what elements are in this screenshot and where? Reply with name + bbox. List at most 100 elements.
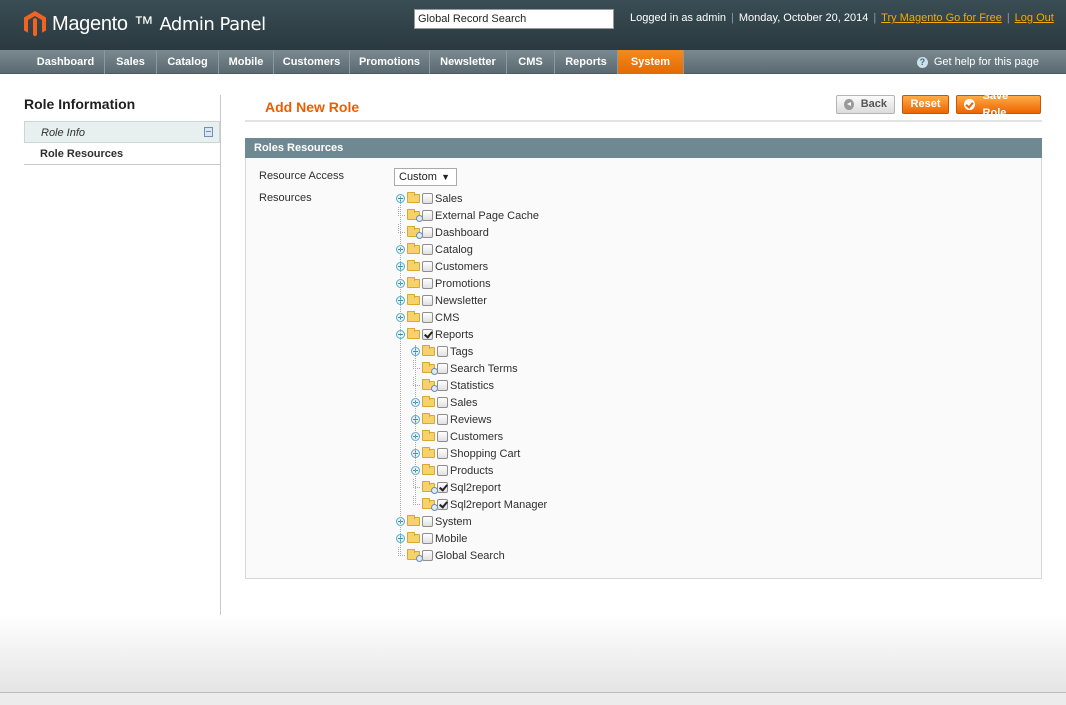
tree-node[interactable]: External Page Cache <box>396 207 539 224</box>
folder-icon <box>407 260 420 271</box>
nav-system[interactable]: System <box>618 50 684 74</box>
folder-icon <box>422 430 435 441</box>
nav-mobile[interactable]: Mobile <box>219 50 274 74</box>
magento-logo[interactable]: Magento ™ Admin Panel <box>24 9 266 39</box>
help-link[interactable]: ? Get help for this page <box>916 50 1039 74</box>
tree-node[interactable]: Sales <box>396 190 463 207</box>
tree-node[interactable]: Statistics <box>411 377 494 394</box>
tree-node-label: External Page Cache <box>435 209 539 222</box>
nav-sales[interactable]: Sales <box>105 50 157 74</box>
tree-node[interactable]: Sales <box>411 394 478 411</box>
tree-node[interactable]: Shopping Cart <box>411 445 520 462</box>
save-role-button[interactable]: Save Role <box>956 90 1041 119</box>
tree-checkbox[interactable] <box>422 295 433 306</box>
tree-checkbox[interactable] <box>422 533 433 544</box>
tree-node-label: Sql2report Manager <box>450 498 548 511</box>
global-search-input[interactable]: Global Record Search <box>414 9 614 29</box>
tree-node-label: Reports <box>435 328 474 341</box>
resource-access-value: Custom <box>399 171 437 183</box>
tree-checkbox[interactable] <box>422 278 433 289</box>
tree-node-label: Reviews <box>450 413 492 426</box>
tree-node-label: Statistics <box>450 379 495 392</box>
tree-node[interactable]: Promotions <box>396 275 491 292</box>
tree-node[interactable]: Newsletter <box>396 292 487 309</box>
resource-access-label: Resource Access <box>259 170 344 182</box>
tree-checkbox[interactable] <box>437 431 448 442</box>
tree-checkbox[interactable] <box>422 210 433 221</box>
sidebar-title: Role Information <box>24 96 136 112</box>
tree-checkbox[interactable] <box>422 312 433 323</box>
tree-node[interactable]: Mobile <box>396 530 467 547</box>
tree-checkbox[interactable] <box>437 363 448 374</box>
tree-checkbox[interactable] <box>437 380 448 391</box>
tree-node[interactable]: Search Terms <box>411 360 518 377</box>
dropdown-arrow-icon: ▼ <box>441 172 450 182</box>
nav-catalog[interactable]: Catalog <box>157 50 219 74</box>
title-divider <box>245 120 1042 122</box>
tree-checkbox[interactable] <box>422 244 433 255</box>
sidebar-divider <box>220 95 221 615</box>
folder-icon <box>407 243 420 254</box>
tree-checkbox[interactable] <box>422 516 433 527</box>
tree-node[interactable]: Dashboard <box>396 224 489 241</box>
folder-icon <box>422 447 435 458</box>
logout-link[interactable]: Log Out <box>1015 12 1054 24</box>
tree-checkbox[interactable] <box>437 414 448 425</box>
tree-node[interactable]: Sql2report Manager <box>411 496 547 513</box>
tree-checkbox[interactable] <box>422 329 433 340</box>
nav-promotions[interactable]: Promotions <box>350 50 430 74</box>
tree-checkbox[interactable] <box>437 482 448 493</box>
folder-icon <box>407 226 423 239</box>
folder-icon <box>407 294 420 305</box>
tree-node[interactable]: Customers <box>411 428 503 445</box>
folder-icon <box>422 345 435 356</box>
tree-checkbox[interactable] <box>437 448 448 459</box>
tree-node-label: Customers <box>435 260 489 273</box>
tree-checkbox[interactable] <box>422 261 433 272</box>
tree-node-label: System <box>435 515 472 528</box>
tab-role-info[interactable]: Role Info <box>24 121 220 143</box>
tree-node-label: Sales <box>435 192 463 205</box>
try-magento-link[interactable]: Try Magento Go for Free <box>881 12 1002 24</box>
folder-icon <box>422 464 435 475</box>
fieldset-header: Roles Resources <box>245 138 1042 158</box>
folder-icon <box>422 498 438 511</box>
tree-checkbox[interactable] <box>437 499 448 510</box>
folder-icon <box>422 481 438 494</box>
nav-customers[interactable]: Customers <box>274 50 350 74</box>
tab-role-resources[interactable]: Role Resources <box>24 143 220 165</box>
logo-subtitle: Admin Panel <box>159 13 266 35</box>
tree-node[interactable]: Catalog <box>396 241 473 258</box>
tree-node[interactable]: CMS <box>396 309 459 326</box>
nav-newsletter[interactable]: Newsletter <box>430 50 507 74</box>
tree-node[interactable]: Customers <box>396 258 488 275</box>
resource-access-select[interactable]: Custom ▼ <box>394 168 457 186</box>
tree-node[interactable]: Tags <box>411 343 473 360</box>
back-button-label: Back <box>860 98 887 110</box>
tree-node[interactable]: Sql2report <box>411 479 501 496</box>
nav-dashboard[interactable]: Dashboard <box>27 50 105 74</box>
tree-node[interactable]: Reviews <box>411 411 492 428</box>
tree-checkbox[interactable] <box>437 346 448 357</box>
tree-checkbox[interactable] <box>422 193 433 204</box>
nav-cms[interactable]: CMS <box>507 50 555 74</box>
tree-node-label: Dashboard <box>435 226 489 239</box>
tree-node-label: Shopping Cart <box>450 447 521 460</box>
folder-icon <box>407 311 420 322</box>
tree-node-label: Customers <box>450 430 504 443</box>
logo-trademark: ™ <box>133 12 154 35</box>
tree-connector <box>415 345 416 505</box>
tree-checkbox[interactable] <box>437 397 448 408</box>
tree-checkbox[interactable] <box>422 227 433 238</box>
folder-icon <box>407 549 423 562</box>
tree-node[interactable]: Products <box>411 462 493 479</box>
folder-icon <box>407 277 420 288</box>
back-button[interactable]: Back <box>836 95 895 114</box>
tree-node[interactable]: Reports <box>396 326 474 343</box>
tree-checkbox[interactable] <box>422 550 433 561</box>
tree-checkbox[interactable] <box>437 465 448 476</box>
reset-button[interactable]: Reset <box>902 95 949 114</box>
tree-node[interactable]: System <box>396 513 472 530</box>
nav-reports[interactable]: Reports <box>555 50 618 74</box>
tree-node[interactable]: Global Search <box>396 547 505 564</box>
